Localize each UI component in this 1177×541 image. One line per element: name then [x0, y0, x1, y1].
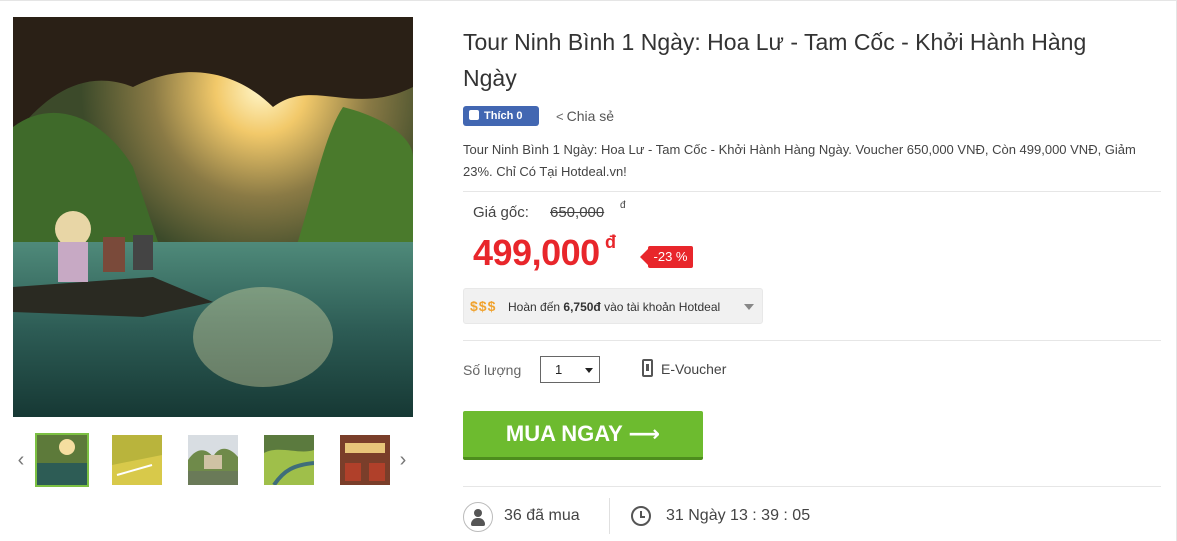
- like-label: Thích 0: [484, 110, 523, 122]
- thumbnail-3[interactable]: [188, 435, 238, 485]
- thumbnail-2[interactable]: [112, 435, 162, 485]
- clock-icon: [631, 506, 651, 526]
- thumbs-up-icon: [469, 110, 479, 120]
- original-price: 650,000: [550, 204, 605, 221]
- chevron-down-icon: [585, 368, 593, 373]
- quantity-select[interactable]: 1: [540, 356, 600, 383]
- chevron-left-icon[interactable]: ‹: [13, 450, 29, 470]
- divider: [463, 191, 1161, 192]
- caret-down-icon: [744, 304, 754, 310]
- user-icon: [463, 502, 493, 532]
- divider: [463, 486, 1161, 487]
- share-label: Chia sẻ: [566, 108, 615, 124]
- countdown-timer: 31 Ngày 13 : 39 : 05: [666, 507, 811, 524]
- discount-badge: -23 %: [640, 246, 693, 268]
- quantity-label: Số lượng: [463, 362, 522, 378]
- original-price-label: Giá gốc:: [473, 204, 529, 221]
- mobile-voucher-icon: [642, 359, 653, 377]
- buy-now-button[interactable]: MUA NGAY ⟶: [463, 411, 703, 460]
- thumbnail-1[interactable]: [35, 433, 89, 487]
- divider: [463, 340, 1161, 341]
- sale-price-currency: đ: [605, 232, 616, 252]
- voucher-type: E-Voucher: [661, 361, 727, 377]
- separator: [609, 498, 610, 534]
- facebook-like-button[interactable]: Thích 0: [463, 106, 539, 126]
- product-description: Tour Ninh Bình 1 Ngày: Hoa Lư - Tam Cốc …: [463, 142, 1136, 179]
- chevron-right-icon[interactable]: ›: [395, 450, 411, 470]
- cashback-dropdown[interactable]: $$$ Hoàn đến 6,750đ vào tài khoản Hotdea…: [463, 288, 763, 324]
- dollar-icon: $$$: [470, 298, 497, 314]
- buyers-count: 36 đã mua: [504, 507, 580, 524]
- cashback-text: Hoàn đến 6,750đ vào tài khoản Hotdeal: [508, 300, 721, 314]
- thumbnail-strip: ‹ ›: [13, 432, 413, 488]
- original-price-currency: đ: [620, 200, 626, 211]
- cashback-amount: 6,750đ: [563, 300, 601, 314]
- main-product-image[interactable]: [13, 17, 413, 417]
- quantity-value: 1: [555, 362, 563, 377]
- share-icon: <: [556, 109, 564, 124]
- thumbnail-5[interactable]: [340, 435, 390, 485]
- product-title: Tour Ninh Bình 1 Ngày: Hoa Lư - Tam Cốc …: [463, 29, 1087, 91]
- share-button[interactable]: < Chia sẻ: [556, 106, 614, 126]
- thumbnail-4[interactable]: [264, 435, 314, 485]
- sale-price: 499,000: [473, 232, 600, 273]
